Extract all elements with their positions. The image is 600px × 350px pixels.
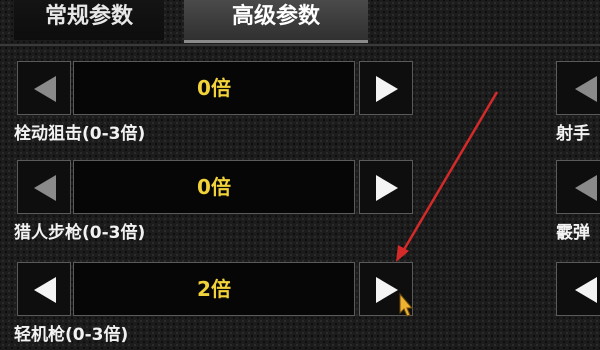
setting-value: 0倍 <box>73 61 355 115</box>
increase-button[interactable] <box>359 61 413 115</box>
increase-button[interactable] <box>359 160 413 214</box>
increase-button[interactable] <box>359 262 413 316</box>
tab-divider <box>0 44 600 46</box>
setting-value: 2倍 <box>73 262 355 316</box>
right-column-decrease-button[interactable] <box>556 61 600 115</box>
triangle-right-icon <box>376 76 398 102</box>
setting-label: 轻机枪(0-3倍) <box>14 325 129 345</box>
triangle-left-icon <box>34 76 56 102</box>
tab-advanced-params[interactable]: 高级参数 <box>184 0 368 43</box>
triangle-left-icon <box>575 277 597 303</box>
right-column-decrease-button[interactable] <box>556 262 600 316</box>
setting-label: 栓动狙击(0-3倍) <box>14 124 146 144</box>
right-column-label: 霰弹 <box>556 223 590 243</box>
tab-normal-params[interactable]: 常规参数 <box>14 0 164 40</box>
triangle-left-icon <box>34 277 56 303</box>
tab-bar: 常规参数 高级参数 <box>0 0 600 44</box>
setting-value: 0倍 <box>73 160 355 214</box>
setting-label: 猎人步枪(0-3倍) <box>14 223 146 243</box>
decrease-button[interactable] <box>17 61 71 115</box>
triangle-left-icon <box>575 76 597 102</box>
triangle-right-icon <box>376 277 398 303</box>
triangle-right-icon <box>376 175 398 201</box>
right-column-label: 射手 <box>556 124 590 144</box>
triangle-left-icon <box>34 175 56 201</box>
right-column-decrease-button[interactable] <box>556 160 600 214</box>
triangle-left-icon <box>575 175 597 201</box>
decrease-button[interactable] <box>17 262 71 316</box>
decrease-button[interactable] <box>17 160 71 214</box>
